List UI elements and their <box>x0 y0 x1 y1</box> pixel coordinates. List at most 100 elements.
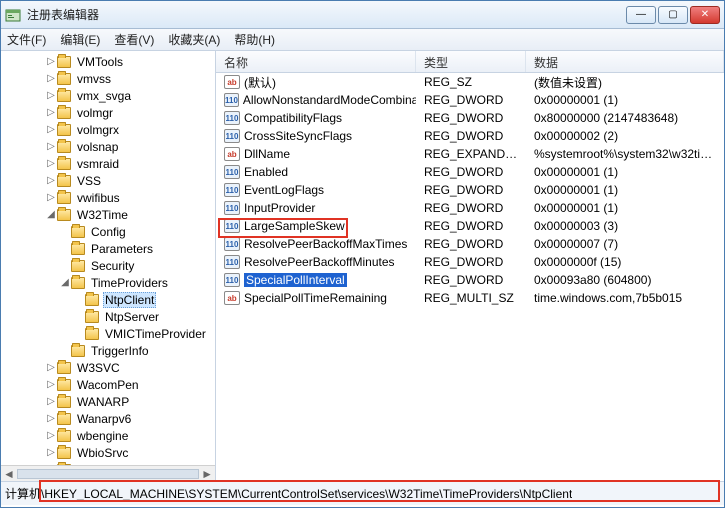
col-data[interactable]: 数据 <box>526 51 724 72</box>
tree-item[interactable]: Config <box>3 223 215 240</box>
menu-help[interactable]: 帮助(H) <box>234 31 275 48</box>
menu-favorites[interactable]: 收藏夹(A) <box>168 31 220 48</box>
tree-pane[interactable]: ▷ VMTools ▷ vmvss ▷ vmx_svga ▷ volmgr ▷ volmgrx ▷ v… <box>1 51 216 481</box>
value-row[interactable]: 110EnabledREG_DWORD0x00000001 (1) <box>216 163 724 181</box>
folder-icon <box>57 107 71 119</box>
tree-label[interactable]: volsnap <box>75 140 120 154</box>
tree-item[interactable]: ▷ WacomPen <box>3 376 215 393</box>
folder-icon <box>85 311 99 323</box>
menu-edit[interactable]: 编辑(E) <box>60 31 100 48</box>
expand-icon[interactable]: ▷ <box>45 413 57 424</box>
tree-label[interactable]: Config <box>89 225 128 239</box>
tree-label[interactable]: TimeProviders <box>89 276 170 290</box>
value-row[interactable]: 110EventLogFlagsREG_DWORD0x00000001 (1) <box>216 181 724 199</box>
value-row[interactable]: 110InputProviderREG_DWORD0x00000001 (1) <box>216 199 724 217</box>
value-row[interactable]: 110AllowNonstandardModeCombinati...REG_D… <box>216 91 724 109</box>
tree-item[interactable]: VMICTimeProvider <box>3 325 215 342</box>
tree-item[interactable]: ◢ W32Time <box>3 206 215 223</box>
tree-item[interactable]: ▷ volmgr <box>3 104 215 121</box>
expand-icon[interactable]: ▷ <box>45 73 57 84</box>
tree-item[interactable]: NtpClient <box>3 291 215 308</box>
tree-item[interactable]: ▷ wbengine <box>3 427 215 444</box>
expand-icon[interactable]: ▷ <box>45 362 57 373</box>
value-row[interactable]: abDllNameREG_EXPAND_SZ%systemroot%\syste… <box>216 145 724 163</box>
minimize-button[interactable]: — <box>626 6 656 24</box>
tree-label[interactable]: VMTools <box>75 55 125 69</box>
value-row[interactable]: 110CrossSiteSyncFlagsREG_DWORD0x00000002… <box>216 127 724 145</box>
tree-item[interactable]: ▷ vsmraid <box>3 155 215 172</box>
expand-icon[interactable]: ▷ <box>45 124 57 135</box>
value-data: 0x00000001 (1) <box>526 165 724 179</box>
tree-hscrollbar[interactable]: ◄ ► <box>1 465 215 481</box>
tree-label[interactable]: vsmraid <box>75 157 121 171</box>
tree-label[interactable]: WANARP <box>75 395 131 409</box>
expand-icon[interactable]: ▷ <box>45 396 57 407</box>
tree-item[interactable]: ▷ volmgrx <box>3 121 215 138</box>
tree-label[interactable]: vmvss <box>75 72 113 86</box>
col-name[interactable]: 名称 <box>216 51 416 72</box>
value-row[interactable]: 110ResolvePeerBackoffMinutesREG_DWORD0x0… <box>216 253 724 271</box>
tree-label[interactable]: vwifibus <box>75 191 122 205</box>
tree-label[interactable]: NtpClient <box>103 292 156 308</box>
tree-label[interactable]: WacomPen <box>75 378 141 392</box>
tree-item[interactable]: ▷ vmvss <box>3 70 215 87</box>
tree-label[interactable]: volmgrx <box>75 123 121 137</box>
scroll-right-icon[interactable]: ► <box>201 467 213 481</box>
tree-label[interactable]: wbengine <box>75 429 130 443</box>
tree-label[interactable]: VMICTimeProvider <box>103 327 208 341</box>
expand-icon[interactable]: ▷ <box>45 141 57 152</box>
expand-icon[interactable]: ▷ <box>45 447 57 458</box>
expand-icon[interactable]: ▷ <box>45 158 57 169</box>
menu-view[interactable]: 查看(V) <box>114 31 154 48</box>
tree-label[interactable]: vmx_svga <box>75 89 133 103</box>
titlebar[interactable]: 注册表编辑器 — ▢ ✕ <box>1 1 724 29</box>
col-type[interactable]: 类型 <box>416 51 526 72</box>
tree-label[interactable]: NtpServer <box>103 310 161 324</box>
tree-item[interactable]: Security <box>3 257 215 274</box>
tree-label[interactable]: TriggerInfo <box>89 344 151 358</box>
tree-label[interactable]: W32Time <box>75 208 130 222</box>
tree-item[interactable]: ▷ vmx_svga <box>3 87 215 104</box>
tree-item[interactable]: ▷ WbioSrvc <box>3 444 215 461</box>
value-row[interactable]: 110SpecialPollIntervalREG_DWORD0x00093a8… <box>216 271 724 289</box>
expand-icon[interactable]: ▷ <box>45 175 57 186</box>
expand-icon[interactable]: ◢ <box>59 277 71 288</box>
expand-icon[interactable]: ▷ <box>45 379 57 390</box>
maximize-button[interactable]: ▢ <box>658 6 688 24</box>
tree-item[interactable]: ▷ VMTools <box>3 53 215 70</box>
tree-item[interactable]: ◢ TimeProviders <box>3 274 215 291</box>
tree-item[interactable]: NtpServer <box>3 308 215 325</box>
tree-item[interactable]: ▷ WANARP <box>3 393 215 410</box>
value-row[interactable]: 110CompatibilityFlagsREG_DWORD0x80000000… <box>216 109 724 127</box>
tree-item[interactable]: TriggerInfo <box>3 342 215 359</box>
scroll-thumb[interactable] <box>17 469 199 479</box>
value-row[interactable]: 110ResolvePeerBackoffMaxTimesREG_DWORD0x… <box>216 235 724 253</box>
expand-icon[interactable]: ▷ <box>45 90 57 101</box>
value-data: 0x0000000f (15) <box>526 255 724 269</box>
expand-icon[interactable]: ▷ <box>45 107 57 118</box>
values-pane[interactable]: 名称 类型 数据 ab(默认)REG_SZ(数值未设置)110AllowNons… <box>216 51 724 481</box>
expand-icon[interactable]: ▷ <box>45 430 57 441</box>
tree-label[interactable]: Security <box>89 259 136 273</box>
tree-item[interactable]: Parameters <box>3 240 215 257</box>
tree-label[interactable]: Parameters <box>89 242 155 256</box>
tree-label[interactable]: WbioSrvc <box>75 446 130 460</box>
tree-label[interactable]: VSS <box>75 174 103 188</box>
tree-item[interactable]: ▷ Wanarpv6 <box>3 410 215 427</box>
tree-label[interactable]: volmgr <box>75 106 115 120</box>
scroll-left-icon[interactable]: ◄ <box>3 467 15 481</box>
menu-file[interactable]: 文件(F) <box>7 31 46 48</box>
tree-item[interactable]: ▷ vwifibus <box>3 189 215 206</box>
close-button[interactable]: ✕ <box>690 6 720 24</box>
tree-item[interactable]: ▷ volsnap <box>3 138 215 155</box>
tree-label[interactable]: Wanarpv6 <box>75 412 133 426</box>
expand-icon[interactable]: ▷ <box>45 192 57 203</box>
tree-item[interactable]: ▷ VSS <box>3 172 215 189</box>
value-row[interactable]: 110LargeSampleSkewREG_DWORD0x00000003 (3… <box>216 217 724 235</box>
value-row[interactable]: ab(默认)REG_SZ(数值未设置) <box>216 73 724 91</box>
expand-icon[interactable]: ◢ <box>45 209 57 220</box>
tree-label[interactable]: W3SVC <box>75 361 122 375</box>
expand-icon[interactable]: ▷ <box>45 56 57 67</box>
value-row[interactable]: abSpecialPollTimeRemainingREG_MULTI_SZti… <box>216 289 724 307</box>
tree-item[interactable]: ▷ W3SVC <box>3 359 215 376</box>
